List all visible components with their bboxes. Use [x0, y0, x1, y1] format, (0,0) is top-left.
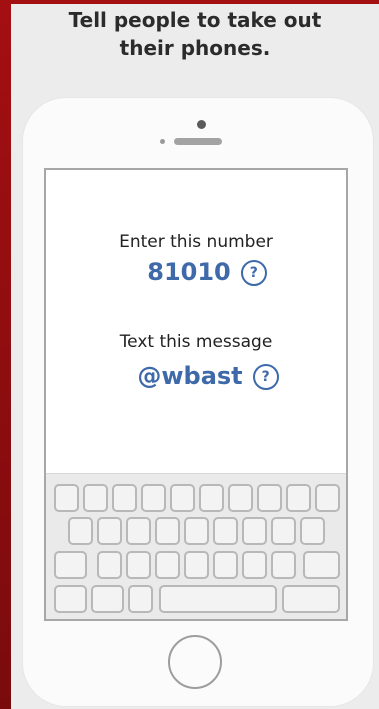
question-circle-icon[interactable]: ? [252, 364, 279, 390]
number-row: 81010? [46, 258, 346, 286]
keyboard-key [141, 484, 166, 512]
keyboard-key [126, 551, 151, 579]
question-circle-icon[interactable]: ? [240, 260, 267, 286]
keyboard-key [213, 551, 238, 579]
keyboard-key-backspace [303, 551, 340, 579]
keyboard-key [54, 484, 79, 512]
keyboard-illustration [46, 473, 346, 619]
keyboard-key [97, 517, 122, 545]
keyboard-key [91, 585, 124, 613]
title-line-1: Tell people to take out [68, 8, 322, 32]
keyboard-key [228, 484, 253, 512]
home-button-icon [168, 635, 222, 689]
keyboard-key [155, 551, 180, 579]
keyboard-key [242, 517, 267, 545]
camera-icon [197, 120, 206, 129]
top-border [0, 0, 379, 4]
keyboard-key [128, 585, 153, 613]
keyboard-key [54, 585, 87, 613]
keyboard-key [300, 517, 325, 545]
keyboard-key [184, 517, 209, 545]
keyboard-key [83, 484, 108, 512]
keyboard-key [199, 484, 224, 512]
page-title: Tell people to take out their phones. [11, 6, 379, 62]
keyboard-spacebar [159, 585, 277, 613]
keyboard-key [155, 517, 180, 545]
keyboard-key-shift [54, 551, 87, 579]
sensor-dot [160, 139, 165, 144]
keyboard-key [97, 551, 122, 579]
keyboard-key [184, 551, 209, 579]
keyboard-key [315, 484, 340, 512]
keyboard-key [242, 551, 267, 579]
short-code-number: 81010 [147, 258, 231, 286]
keyboard-key [271, 551, 296, 579]
speaker-icon [174, 138, 222, 145]
title-line-2: their phones. [119, 36, 271, 60]
keyboard-key [170, 484, 195, 512]
phone-screen: Enter this number 81010? Text this messa… [44, 168, 348, 621]
keyboard-key [213, 517, 238, 545]
text-keyword: @wbast [137, 362, 243, 390]
keyboard-key [126, 517, 151, 545]
keyboard-key [112, 484, 137, 512]
keyboard-key [68, 517, 93, 545]
left-brand-strip [0, 0, 11, 709]
keyboard-key-return [282, 585, 340, 613]
keyboard-key [286, 484, 311, 512]
number-label: Enter this number [119, 232, 273, 252]
keyboard-key [257, 484, 282, 512]
keyboard-key [271, 517, 296, 545]
message-label: Text this message [119, 332, 273, 352]
message-row: @wbast? [46, 362, 346, 390]
